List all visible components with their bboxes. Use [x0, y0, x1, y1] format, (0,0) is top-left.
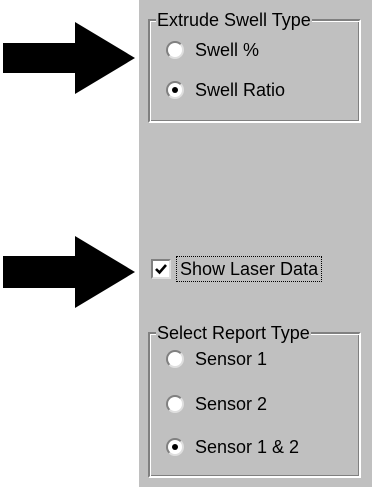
radio-icon[interactable] [166, 41, 184, 59]
radio-icon[interactable] [166, 350, 184, 368]
right-arrow-icon [3, 22, 135, 94]
sensor-1-label: Sensor 1 [195, 348, 268, 369]
select-report-type-group: Select Report Type Sensor 1 Sensor 2 Sen… [148, 322, 361, 478]
sensor-1-and-2-radio[interactable]: Sensor 1 & 2 [166, 434, 299, 460]
select-report-type-title: Select Report Type [156, 322, 311, 344]
radio-selected-icon[interactable] [166, 438, 184, 456]
swell-percent-radio[interactable]: Swell % [166, 37, 259, 63]
extrude-swell-type-group: Extrude Swell Type Swell % Swell Ratio [148, 9, 361, 123]
radio-selected-icon[interactable] [166, 81, 184, 99]
swell-percent-label: Swell % [195, 39, 260, 60]
checkbox-checked-icon[interactable] [151, 259, 171, 279]
options-panel: Extrude Swell Type Swell % Swell Ratio S… [139, 0, 372, 487]
show-laser-data-checkbox[interactable]: Show Laser Data [151, 256, 323, 282]
right-arrow-icon [3, 236, 135, 308]
show-laser-data-label: Show Laser Data [175, 256, 323, 282]
swell-ratio-label: Swell Ratio [195, 79, 286, 100]
sensor-2-label: Sensor 2 [195, 393, 268, 414]
sensor-1-radio[interactable]: Sensor 1 [166, 346, 267, 372]
extrude-swell-type-title: Extrude Swell Type [156, 9, 312, 31]
swell-ratio-radio[interactable]: Swell Ratio [166, 77, 285, 103]
radio-icon[interactable] [166, 395, 184, 413]
sensor-2-radio[interactable]: Sensor 2 [166, 391, 267, 417]
sensor-1-and-2-label: Sensor 1 & 2 [195, 436, 300, 457]
checkmark-icon [155, 264, 167, 275]
